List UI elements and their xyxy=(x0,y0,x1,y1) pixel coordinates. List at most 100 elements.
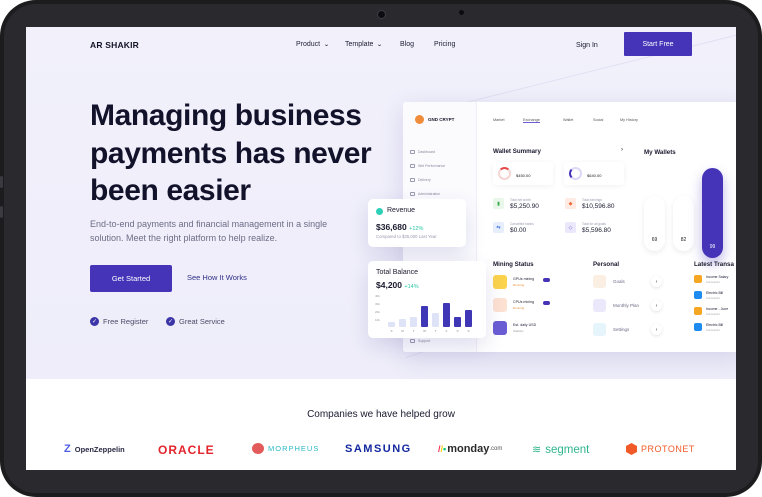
nav-blog[interactable]: Blog xyxy=(400,41,414,48)
transfer-icon: ⇆ xyxy=(493,222,504,233)
start-free-button[interactable]: Start Free xyxy=(624,32,692,56)
cpu-icon xyxy=(493,298,507,312)
chevron-right-icon: › xyxy=(651,276,662,287)
tab-exchange: Exchange xyxy=(523,118,540,123)
wallet-pill-active: 99 xyxy=(702,168,723,258)
openzeppelin-icon: Z xyxy=(64,443,71,455)
tab-wallet: Wallet xyxy=(563,118,574,122)
tab-history: My History xyxy=(620,118,638,122)
headline-line: been easier xyxy=(90,174,251,207)
sidebar-label: Administration xyxy=(418,192,441,196)
wallet-card-value: $640.00 xyxy=(587,173,602,178)
logo-oracle: ORACLE xyxy=(158,443,215,457)
stat-value: $0.00 xyxy=(510,227,527,234)
wallet-value: 99 xyxy=(709,244,716,250)
mining-label: Est. daily USD xyxy=(513,323,537,327)
companies-title: Companies we have helped grow xyxy=(307,409,455,420)
nav-product[interactable]: Product ⌄ xyxy=(296,41,330,48)
personal-title: Personal xyxy=(593,261,620,268)
wallet-card-value: $450.00 xyxy=(516,173,531,178)
wallet-value: 69 xyxy=(651,237,658,243)
get-started-button[interactable]: Get Started xyxy=(90,265,172,292)
sidebar-item: Administration xyxy=(410,192,440,196)
sidebar-item: Wet Performance xyxy=(410,164,445,168)
nav-blog-label: Blog xyxy=(400,41,415,48)
revenue-title: Revenue xyxy=(387,207,416,214)
sidebar-item: Delivery xyxy=(410,178,431,182)
bill-icon xyxy=(694,323,702,331)
see-how-it-works-link[interactable]: See How It Works xyxy=(187,273,247,282)
check-free-register: ✓ Free Register xyxy=(90,317,148,326)
balance-day-label: F xyxy=(445,329,448,333)
nav-pricing[interactable]: Pricing xyxy=(434,41,455,48)
y-tick: 10k xyxy=(375,318,380,322)
balance-bar xyxy=(399,319,406,327)
balance-title: Total Balance xyxy=(376,269,419,276)
nav-template[interactable]: Template ⌄ xyxy=(345,41,384,48)
tab-market: Market xyxy=(493,118,505,122)
latest-transactions-title: Latest Transa xyxy=(694,261,734,268)
mining-sub: Running xyxy=(513,306,525,310)
logo[interactable]: AR SHAKIR xyxy=(90,40,139,50)
settings-icon xyxy=(593,323,606,336)
screen: AR SHAKIR Product ⌄ Template ⌄ Blog Pric… xyxy=(26,27,736,470)
stat-value: $5,250.90 xyxy=(510,203,539,210)
morpheus-icon xyxy=(252,443,264,454)
my-wallets-title: My Wallets xyxy=(644,149,676,156)
stat-value: $10,596.80 xyxy=(582,203,615,210)
protonet-label: PROTONET xyxy=(641,444,695,454)
balance-bar xyxy=(454,317,461,327)
balance-value: $4,200 xyxy=(376,280,402,290)
nav-product-label: Product xyxy=(296,41,321,48)
monday-suffix: .com xyxy=(489,446,503,452)
logo-monday: //• monday .com xyxy=(438,443,502,455)
balance-day-label: M xyxy=(401,329,404,333)
tx-sub: Successful xyxy=(706,312,720,316)
sidebar-label: Support xyxy=(418,339,431,343)
brand-logo-icon xyxy=(415,115,424,124)
morpheus-label: MORPHEUS xyxy=(268,444,320,453)
samsung-label: SAMSUNG xyxy=(345,443,412,455)
logo-morpheus: MORPHEUS xyxy=(252,443,319,454)
sidebar-item: Support xyxy=(410,339,430,343)
sidebar-item: Dashboard xyxy=(410,150,435,154)
openzeppelin-label: OpenZeppelin xyxy=(74,444,125,454)
tx-sub: Successful xyxy=(706,280,720,284)
personal-label: Monthly Plan xyxy=(613,303,640,308)
balance-day-label: S xyxy=(467,329,470,333)
dashboard-brand-name: GND CRYPT xyxy=(428,117,455,122)
personal-label: Goals xyxy=(613,279,625,284)
camera xyxy=(377,10,386,19)
wallet-card: $450.00 xyxy=(493,162,553,185)
sensor xyxy=(459,10,464,15)
chevron-right-icon: › xyxy=(651,300,662,311)
stat-label: Cancelled banks xyxy=(510,222,534,226)
progress-ring xyxy=(498,167,511,180)
stat-label: Total earnings xyxy=(582,198,602,202)
mining-sub: Running xyxy=(513,283,525,287)
chevron-right-icon: › xyxy=(621,146,624,153)
chevron-down-icon: ⌄ xyxy=(376,42,384,48)
balance-day-label: S xyxy=(390,329,393,333)
check-icon: ✓ xyxy=(90,317,99,326)
total-balance-card: Total Balance $4,200 +14% 40k 30k 20k 10… xyxy=(368,261,486,338)
nav-pricing-label: Pricing xyxy=(434,41,456,48)
hero-subtext: End-to-end payments and financial manage… xyxy=(90,219,328,243)
balance-day-label: W xyxy=(423,329,426,333)
goals-icon xyxy=(593,275,606,288)
tx-label: Electric Bill xyxy=(706,291,724,295)
chart-icon xyxy=(410,164,415,168)
headline-line: Managing business xyxy=(90,99,362,132)
hero-headline: Managing business payments has never bee… xyxy=(90,97,390,210)
check-label: Great Service xyxy=(179,317,225,326)
revenue-card: Revenue $36,680 +12% Compared to $35,000… xyxy=(368,199,466,247)
dashboard-icon xyxy=(410,150,415,154)
mining-toggle xyxy=(543,301,550,305)
chevron-down-icon: ⌄ xyxy=(323,42,330,48)
admin-icon xyxy=(410,192,415,196)
sign-in-link[interactable]: Sign In xyxy=(576,42,598,49)
headline-line: payments has never xyxy=(90,136,372,170)
support-icon xyxy=(410,339,415,343)
nav-template-label: Template xyxy=(345,41,374,48)
gpu-icon xyxy=(493,275,507,289)
